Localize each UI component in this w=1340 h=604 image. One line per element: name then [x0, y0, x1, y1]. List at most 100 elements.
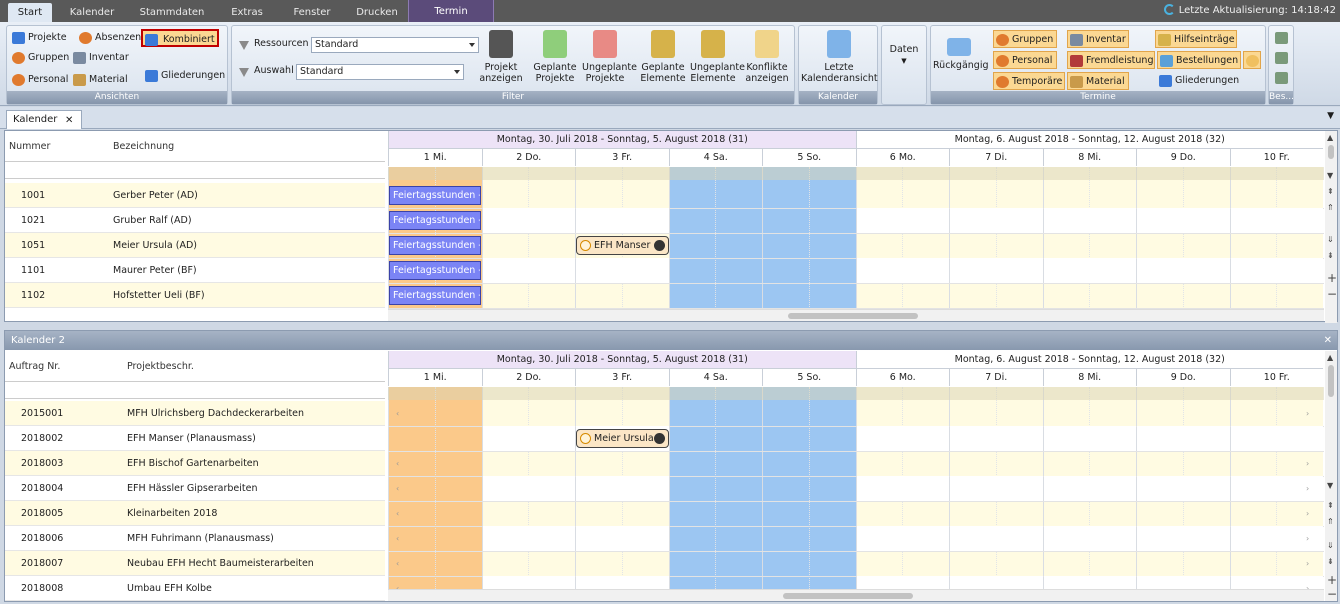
scroll-left-icon[interactable]: ‹ [396, 484, 399, 493]
day-header[interactable]: 9 Do. [1136, 369, 1230, 386]
col-bezeichnung[interactable]: Bezeichnung [113, 141, 174, 152]
tab-stammdaten[interactable]: Stammdaten [136, 3, 208, 22]
tab-kalender-doc[interactable]: Kalender ✕ [6, 110, 82, 129]
tool-icon[interactable] [1275, 72, 1288, 84]
scroll-thumb[interactable] [1328, 145, 1334, 159]
page-up-icon[interactable]: ⇑ [1327, 203, 1334, 212]
termine-personal-button[interactable]: Personal [993, 51, 1057, 69]
scroll-down-icon[interactable]: ▼ [1327, 481, 1333, 490]
table-row[interactable]: 2018003 EFH Bischof Gartenarbeiten [5, 451, 385, 476]
scroll-right-icon[interactable]: › [1306, 534, 1309, 543]
zoom-out-icon[interactable]: − [1327, 587, 1337, 601]
tab-start[interactable]: Start [8, 3, 52, 22]
ungeplante-projekte-button[interactable]: Ungeplante Projekte [582, 30, 637, 84]
horizontal-scrollbar-1[interactable] [388, 309, 1324, 321]
jump-bottom-icon[interactable]: ⇟ [1327, 251, 1334, 260]
tool-icon[interactable] [1275, 52, 1288, 64]
tab-extras[interactable]: Extras [222, 3, 272, 22]
day-header[interactable]: 1 Mi. [388, 369, 482, 386]
hilfseintraege-button[interactable]: Hilfseinträge [1155, 30, 1237, 48]
page-down-icon[interactable]: ⇓ [1327, 235, 1334, 244]
material-button[interactable]: Material [71, 71, 128, 89]
table-row[interactable]: 1001 Gerber Peter (AD) [5, 183, 385, 208]
absenzen-button[interactable]: Absenzen [77, 29, 141, 47]
termine-gruppen-button[interactable]: Gruppen [993, 30, 1057, 48]
zoom-in-icon[interactable]: + [1327, 271, 1337, 285]
scroll-thumb[interactable] [783, 593, 913, 599]
calendar-grid-1[interactable]: Montag, 30. Juli 2018 - Sonntag, 5. Augu… [388, 131, 1324, 309]
day-header[interactable]: 5 So. [762, 149, 856, 166]
table-row[interactable]: 1102 Hofstetter Ueli (BF) [5, 283, 385, 308]
gruppen-button[interactable]: Gruppen [10, 49, 69, 67]
day-header[interactable]: 7 Di. [949, 369, 1043, 386]
tab-drucken[interactable]: Drucken [348, 3, 406, 22]
vertical-scrollbar-1[interactable]: ▲ ▼ ⇞ ⇑ ⇓ ⇟ + − [1325, 131, 1337, 323]
scroll-right-icon[interactable]: › [1306, 509, 1309, 518]
termine-inventar-button[interactable]: Inventar [1067, 30, 1129, 48]
table-row[interactable]: 1101 Maurer Peter (BF) [5, 258, 385, 283]
tool-icon[interactable] [1275, 32, 1288, 44]
scroll-left-icon[interactable]: ‹ [396, 409, 399, 418]
col-nummer[interactable]: Nummer [9, 141, 50, 152]
close-icon[interactable]: ✕ [1324, 331, 1332, 350]
scroll-left-icon[interactable]: ‹ [396, 509, 399, 518]
scroll-right-icon[interactable]: › [1306, 484, 1309, 493]
day-header[interactable]: 10 Fr. [1229, 149, 1323, 166]
appointment[interactable]: Meier Ursula [576, 429, 669, 448]
scroll-thumb[interactable] [788, 313, 918, 319]
tab-fenster[interactable]: Fenster [284, 3, 340, 22]
day-header[interactable]: 3 Fr. [575, 369, 669, 386]
temporaere-button[interactable]: Temporäre [993, 72, 1065, 90]
termine-gliederungen-button[interactable]: Gliederungen [1157, 72, 1239, 90]
col-projekt[interactable]: Projektbeschr. [127, 361, 194, 372]
termine-material-button[interactable]: Material [1067, 72, 1129, 90]
day-header[interactable]: 6 Mo. [855, 369, 949, 386]
extra-termine-button[interactable] [1243, 51, 1261, 69]
tab-termin[interactable]: Termin [408, 0, 494, 22]
fremdleistung-button[interactable]: Fremdleistung [1067, 51, 1155, 69]
table-row[interactable]: 1021 Gruber Ralf (AD) [5, 208, 385, 233]
day-header[interactable]: 6 Mo. [855, 149, 949, 166]
scroll-left-icon[interactable]: ‹ [396, 459, 399, 468]
rueckgaengig-button[interactable]: Rückgängig [933, 38, 989, 71]
event-feiertag[interactable]: Feiertagsstunden - [389, 236, 481, 255]
day-header[interactable]: 4 Sa. [668, 369, 762, 386]
page-down-icon[interactable]: ⇓ [1327, 541, 1334, 550]
ressourcen-select[interactable]: Standard [311, 37, 479, 53]
table-row[interactable]: 2018007 Neubau EFH Hecht Baumeisterarbeit… [5, 551, 385, 576]
jump-top-icon[interactable]: ⇞ [1327, 501, 1334, 510]
table-row[interactable]: 2018002 EFH Manser (Planausmass) [5, 426, 385, 451]
scroll-right-icon[interactable]: › [1306, 559, 1309, 568]
geplante-projekte-button[interactable]: Geplante Projekte [532, 30, 578, 84]
day-header[interactable]: 10 Fr. [1229, 369, 1323, 386]
table-row[interactable]: 1051 Meier Ursula (AD) [5, 233, 385, 258]
appointment[interactable]: EFH Manser [576, 236, 669, 255]
filter-row[interactable] [5, 161, 385, 179]
horizontal-scrollbar-2[interactable] [388, 589, 1324, 601]
col-auftrag[interactable]: Auftrag Nr. [9, 361, 60, 372]
personal-button[interactable]: Personal [10, 71, 68, 89]
scroll-up-icon[interactable]: ▲ [1327, 353, 1333, 362]
day-header[interactable]: 4 Sa. [668, 149, 762, 166]
gliederungen-button[interactable]: Gliederungen [143, 67, 225, 85]
day-header[interactable]: 7 Di. [949, 149, 1043, 166]
table-row[interactable]: 2018005 Kleinarbeiten 2018 [5, 501, 385, 526]
bestellungen-button[interactable]: Bestellungen [1157, 51, 1241, 69]
event-feiertag[interactable]: Feiertagsstunden - [389, 286, 481, 305]
scroll-down-icon[interactable]: ▼ [1327, 171, 1333, 180]
ungeplante-elemente-button[interactable]: Ungeplante Elemente [690, 30, 745, 84]
scroll-right-icon[interactable]: › [1306, 409, 1309, 418]
day-header[interactable]: 5 So. [762, 369, 856, 386]
zoom-in-icon[interactable]: + [1327, 573, 1337, 587]
filter-row[interactable] [5, 381, 385, 399]
zoom-out-icon[interactable]: − [1327, 287, 1337, 301]
auswahl-select[interactable]: Standard [296, 64, 464, 80]
scroll-up-icon[interactable]: ▲ [1327, 133, 1333, 142]
event-feiertag[interactable]: Feiertagsstunden - [389, 186, 481, 205]
day-header[interactable]: 8 Mi. [1042, 369, 1136, 386]
scroll-left-icon[interactable]: ‹ [396, 559, 399, 568]
day-header[interactable]: 8 Mi. [1042, 149, 1136, 166]
table-row[interactable]: 2018006 MFH Fuhrimann (Planausmass) [5, 526, 385, 551]
vertical-scrollbar-2[interactable]: ▲ ▼ ⇞ ⇑ ⇓ ⇟ + − [1325, 351, 1337, 601]
table-row[interactable]: 2018008 Umbau EFH Kolbe [5, 576, 385, 601]
